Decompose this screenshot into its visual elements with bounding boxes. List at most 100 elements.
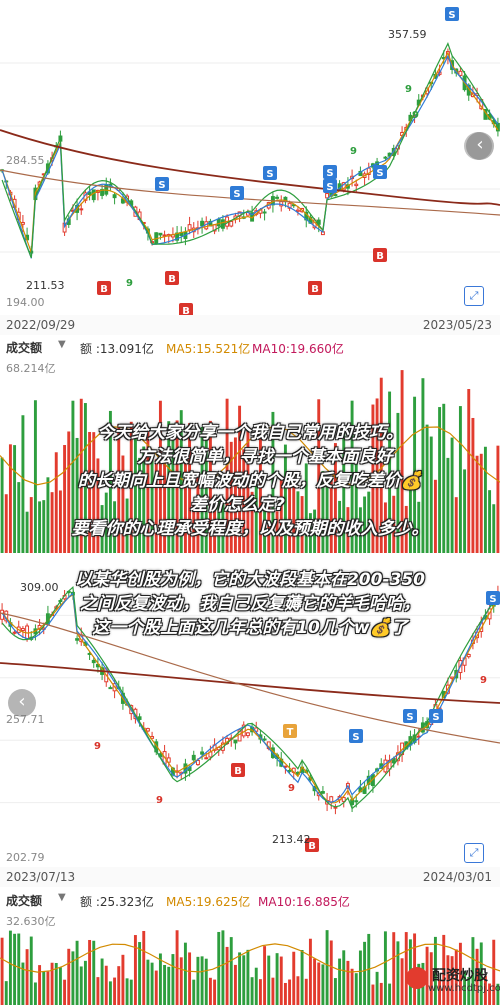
date-axis-bottom: 2023/07/13 2024/03/01 [0, 867, 500, 887]
volume-bar [329, 940, 333, 1005]
caret-down-icon[interactable]: ▼ [58, 339, 66, 350]
volume-bar [17, 933, 21, 1005]
volume-header-bottom: 成交额 ▼ 额 :25.323亿 MA5:19.625亿 MA10:16.885… [0, 889, 500, 911]
candle-body [75, 638, 80, 641]
volume-bar [208, 977, 212, 1005]
candle-body [204, 757, 209, 760]
volume-bar [246, 949, 250, 1005]
volume-bar [396, 941, 400, 1005]
candle-body [354, 800, 359, 803]
nine-marker: 9 [480, 675, 487, 686]
buy-marker-text: B [376, 251, 384, 262]
caret-down-icon[interactable]: ▼ [58, 892, 66, 903]
volume-bar [63, 979, 67, 1005]
volume-bar [113, 977, 117, 1005]
sell-marker-text: S [432, 712, 439, 723]
candle-body [137, 716, 142, 720]
volume-bar [100, 958, 104, 1005]
volume-bar [117, 966, 121, 1005]
ma10-line [1, 54, 499, 259]
nine-marker: 9 [288, 783, 295, 794]
candle-body [245, 732, 250, 737]
volume-bar [188, 952, 192, 1005]
volume-bar [138, 942, 142, 1005]
date-end: 2023/05/23 [422, 318, 492, 332]
buy-marker-text: B [168, 274, 176, 285]
volume-bar [379, 982, 383, 1005]
candle-body [191, 754, 196, 761]
volume-bar [121, 954, 125, 1005]
candle-body [200, 220, 205, 227]
volume-bar [233, 964, 237, 1005]
candle-body [262, 738, 267, 741]
kline-canvas-top[interactable]: SSS SSSSBBBBB9999 [0, 0, 500, 315]
volume-bar [346, 960, 350, 1005]
chevron-left-icon[interactable]: ‹ [466, 132, 494, 160]
buy-marker-text: B [100, 284, 108, 295]
candle-body [162, 234, 167, 237]
volume-bar [183, 942, 187, 1005]
buy-marker-text: B [234, 766, 242, 777]
sell-marker-text: S [406, 712, 413, 723]
volume-header-top: 成交额 ▼ 额 :13.091亿 MA5:15.521亿 MA10:19.660… [0, 336, 500, 358]
volume-bar [46, 971, 50, 1005]
candle-body [20, 222, 25, 225]
volume-bar [167, 966, 171, 1005]
volume-ma10: MA10:19.660亿 [252, 342, 344, 356]
volume-bar [225, 946, 229, 1005]
volume-bar [263, 946, 267, 1005]
volume-ma5: MA5:19.625亿 [166, 895, 251, 909]
volume-bar [67, 948, 71, 1005]
candle-body [320, 791, 325, 794]
sell-marker-text: S [448, 10, 455, 21]
price-high-label: 357.59 [388, 28, 427, 41]
candle-body [158, 232, 163, 236]
candle-body [79, 208, 84, 211]
volume-bar [204, 958, 208, 1005]
candle-body [187, 224, 192, 231]
volume-bar [400, 958, 404, 1005]
volume-bar [104, 965, 108, 1005]
volume-bar [108, 981, 112, 1005]
candle-body [329, 796, 334, 803]
volume-bar [38, 965, 42, 1005]
date-start: 2022/09/29 [6, 318, 76, 332]
volume-bar [292, 951, 296, 1005]
date-start: 2023/07/13 [6, 870, 76, 884]
nine-marker: 9 [126, 278, 133, 289]
candle-body [262, 211, 267, 214]
candle-body [383, 156, 388, 159]
caption-line-2: 方法很简单，寻找一个基本面良好 [137, 447, 393, 467]
sell-marker-text: S [326, 168, 333, 179]
volume-bar [350, 968, 354, 1005]
caption-line-1: 今天给大家分享一个我自己常用的技巧。 [97, 423, 403, 443]
volume-bar [83, 960, 87, 1005]
volume-bar [313, 958, 317, 1005]
ma-long-line [0, 129, 500, 206]
volume-bar [0, 937, 4, 1005]
volume-label[interactable]: 成交额 [6, 339, 42, 356]
volume-bar [13, 933, 17, 1005]
candle-body [450, 676, 455, 679]
candle-body [333, 194, 338, 197]
volume-bar [8, 930, 12, 1005]
zoom-icon[interactable]: ⤢ [464, 286, 484, 306]
kline-chart-top[interactable]: SSSSSSSBBBBB9999 357.59 284.55 211.53 19… [0, 0, 500, 335]
watermark-logo-icon [406, 967, 428, 989]
zoom-icon[interactable]: ⤢ [464, 843, 484, 863]
volume-bar [321, 964, 325, 1005]
candle-body [112, 194, 117, 199]
volume-bar [388, 983, 392, 1005]
buy-marker-text: B [182, 306, 190, 315]
volume-bar [300, 949, 304, 1005]
volume-bar [142, 930, 146, 1005]
volume-label[interactable]: 成交额 [6, 892, 42, 909]
watermark: 配资炒股 www.hcdtpj.com [406, 963, 500, 1001]
volume-bar [229, 937, 233, 1005]
chevron-left-icon[interactable]: ‹ [8, 689, 36, 717]
volume-bar [317, 962, 321, 1005]
volume-bar [296, 976, 300, 1005]
nine-marker: 9 [412, 110, 419, 121]
price-low-label: 211.53 [26, 279, 65, 292]
volume-bar [129, 979, 133, 1005]
